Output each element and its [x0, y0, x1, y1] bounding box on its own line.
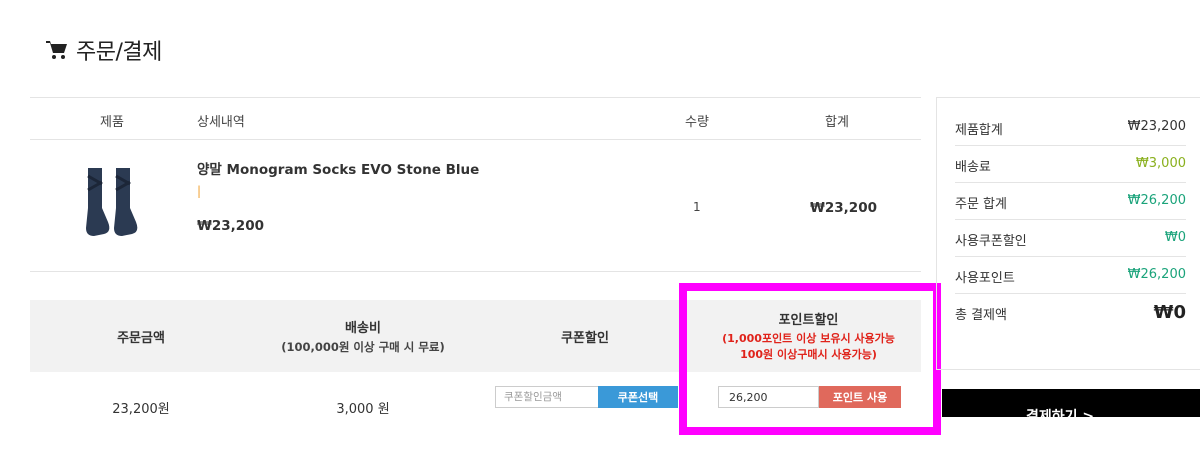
header-detail: 상세내역 — [197, 115, 245, 130]
product-table-header: 제품 상세내역 수량 합계 — [30, 98, 921, 140]
header-qty: 수량 — [685, 115, 709, 130]
summary-row: 배송료 ₩3,000 — [955, 146, 1186, 183]
summary-row: 제품합계 ₩23,200 — [955, 109, 1186, 146]
discount-table-header: 주문금액 배송비 (100,000원 이상 구매 시 무료) 쿠폰할인 포인트할… — [30, 300, 921, 372]
order-amount-value: 23,200원 — [112, 402, 170, 417]
summary-row: 주문 합계 ₩26,200 — [955, 183, 1186, 220]
order-summary: 제품합계 ₩23,200 배송료 ₩3,000 주문 합계 ₩26,200 사용… — [936, 97, 1200, 370]
points-note-2: 100원 이상구매시 사용가능) — [740, 348, 877, 361]
shipping-note: (100,000원 이상 구매 시 무료) — [281, 340, 445, 354]
page-title-text: 주문/결제 — [76, 40, 162, 65]
summary-label: 주문 합계 — [955, 197, 1007, 212]
summary-total-row: 총 결제액 ₩0 — [955, 294, 1186, 354]
use-points-button[interactable]: 포인트 사용 — [819, 386, 901, 408]
header-order-amount: 주문금액 — [117, 330, 165, 346]
discount-table-body: 23,200원 3,000 원 쿠폰선택 포인트 사용 — [30, 372, 921, 442]
socks-image[interactable] — [78, 166, 140, 242]
header-sum: 합계 — [825, 115, 849, 130]
cart-icon — [46, 40, 68, 60]
product-option: | — [197, 184, 202, 198]
summary-row: 사용쿠폰할인 ₩0 — [955, 220, 1186, 257]
points-note-1: (1,000포인트 이상 보유시 사용가능 — [722, 332, 895, 345]
shipping-value: 3,000 원 — [336, 402, 390, 417]
summary-total-label: 총 결제액 — [955, 308, 1007, 323]
header-shipping: 배송비 — [345, 321, 381, 336]
summary-value: ₩3,000 — [1135, 156, 1186, 171]
summary-value: ₩0 — [1164, 230, 1186, 245]
summary-value: ₩26,200 — [1127, 267, 1186, 282]
summary-value: ₩26,200 — [1127, 193, 1186, 208]
summary-label: 제품합계 — [955, 123, 1003, 138]
product-table: 제품 상세내역 수량 합계 양말 Monogram Socks EVO Ston… — [30, 97, 921, 272]
pay-button-label: 결제하기 > — [1026, 409, 1095, 417]
summary-total-value: ₩0 — [1153, 302, 1186, 323]
product-total: ₩23,200 — [810, 200, 877, 216]
page-title: 주문/결제 — [46, 34, 162, 66]
discount-table: 주문금액 배송비 (100,000원 이상 구매 시 무료) 쿠폰할인 포인트할… — [30, 300, 921, 442]
header-coupon: 쿠폰할인 — [561, 330, 609, 346]
header-product: 제품 — [100, 115, 124, 130]
coupon-group: 쿠폰선택 — [495, 386, 678, 408]
summary-row: 사용포인트 ₩26,200 — [955, 257, 1186, 294]
summary-value: ₩23,200 — [1127, 119, 1186, 134]
product-name[interactable]: 양말 Monogram Socks EVO Stone Blue — [197, 158, 479, 178]
summary-label: 사용포인트 — [955, 271, 1015, 286]
product-price: ₩23,200 — [197, 218, 264, 234]
coupon-amount-input[interactable] — [495, 386, 598, 408]
points-input[interactable] — [718, 386, 819, 408]
summary-label: 사용쿠폰할인 — [955, 234, 1027, 249]
header-points: 포인트할인 — [778, 313, 839, 328]
points-group: 포인트 사용 — [718, 386, 901, 408]
product-qty: 1 — [693, 200, 701, 214]
coupon-select-button[interactable]: 쿠폰선택 — [598, 386, 678, 408]
table-row: 양말 Monogram Socks EVO Stone Blue | ₩23,2… — [30, 140, 921, 272]
pay-button[interactable]: 결제하기 > — [942, 389, 1200, 417]
summary-label: 배송료 — [955, 160, 991, 175]
